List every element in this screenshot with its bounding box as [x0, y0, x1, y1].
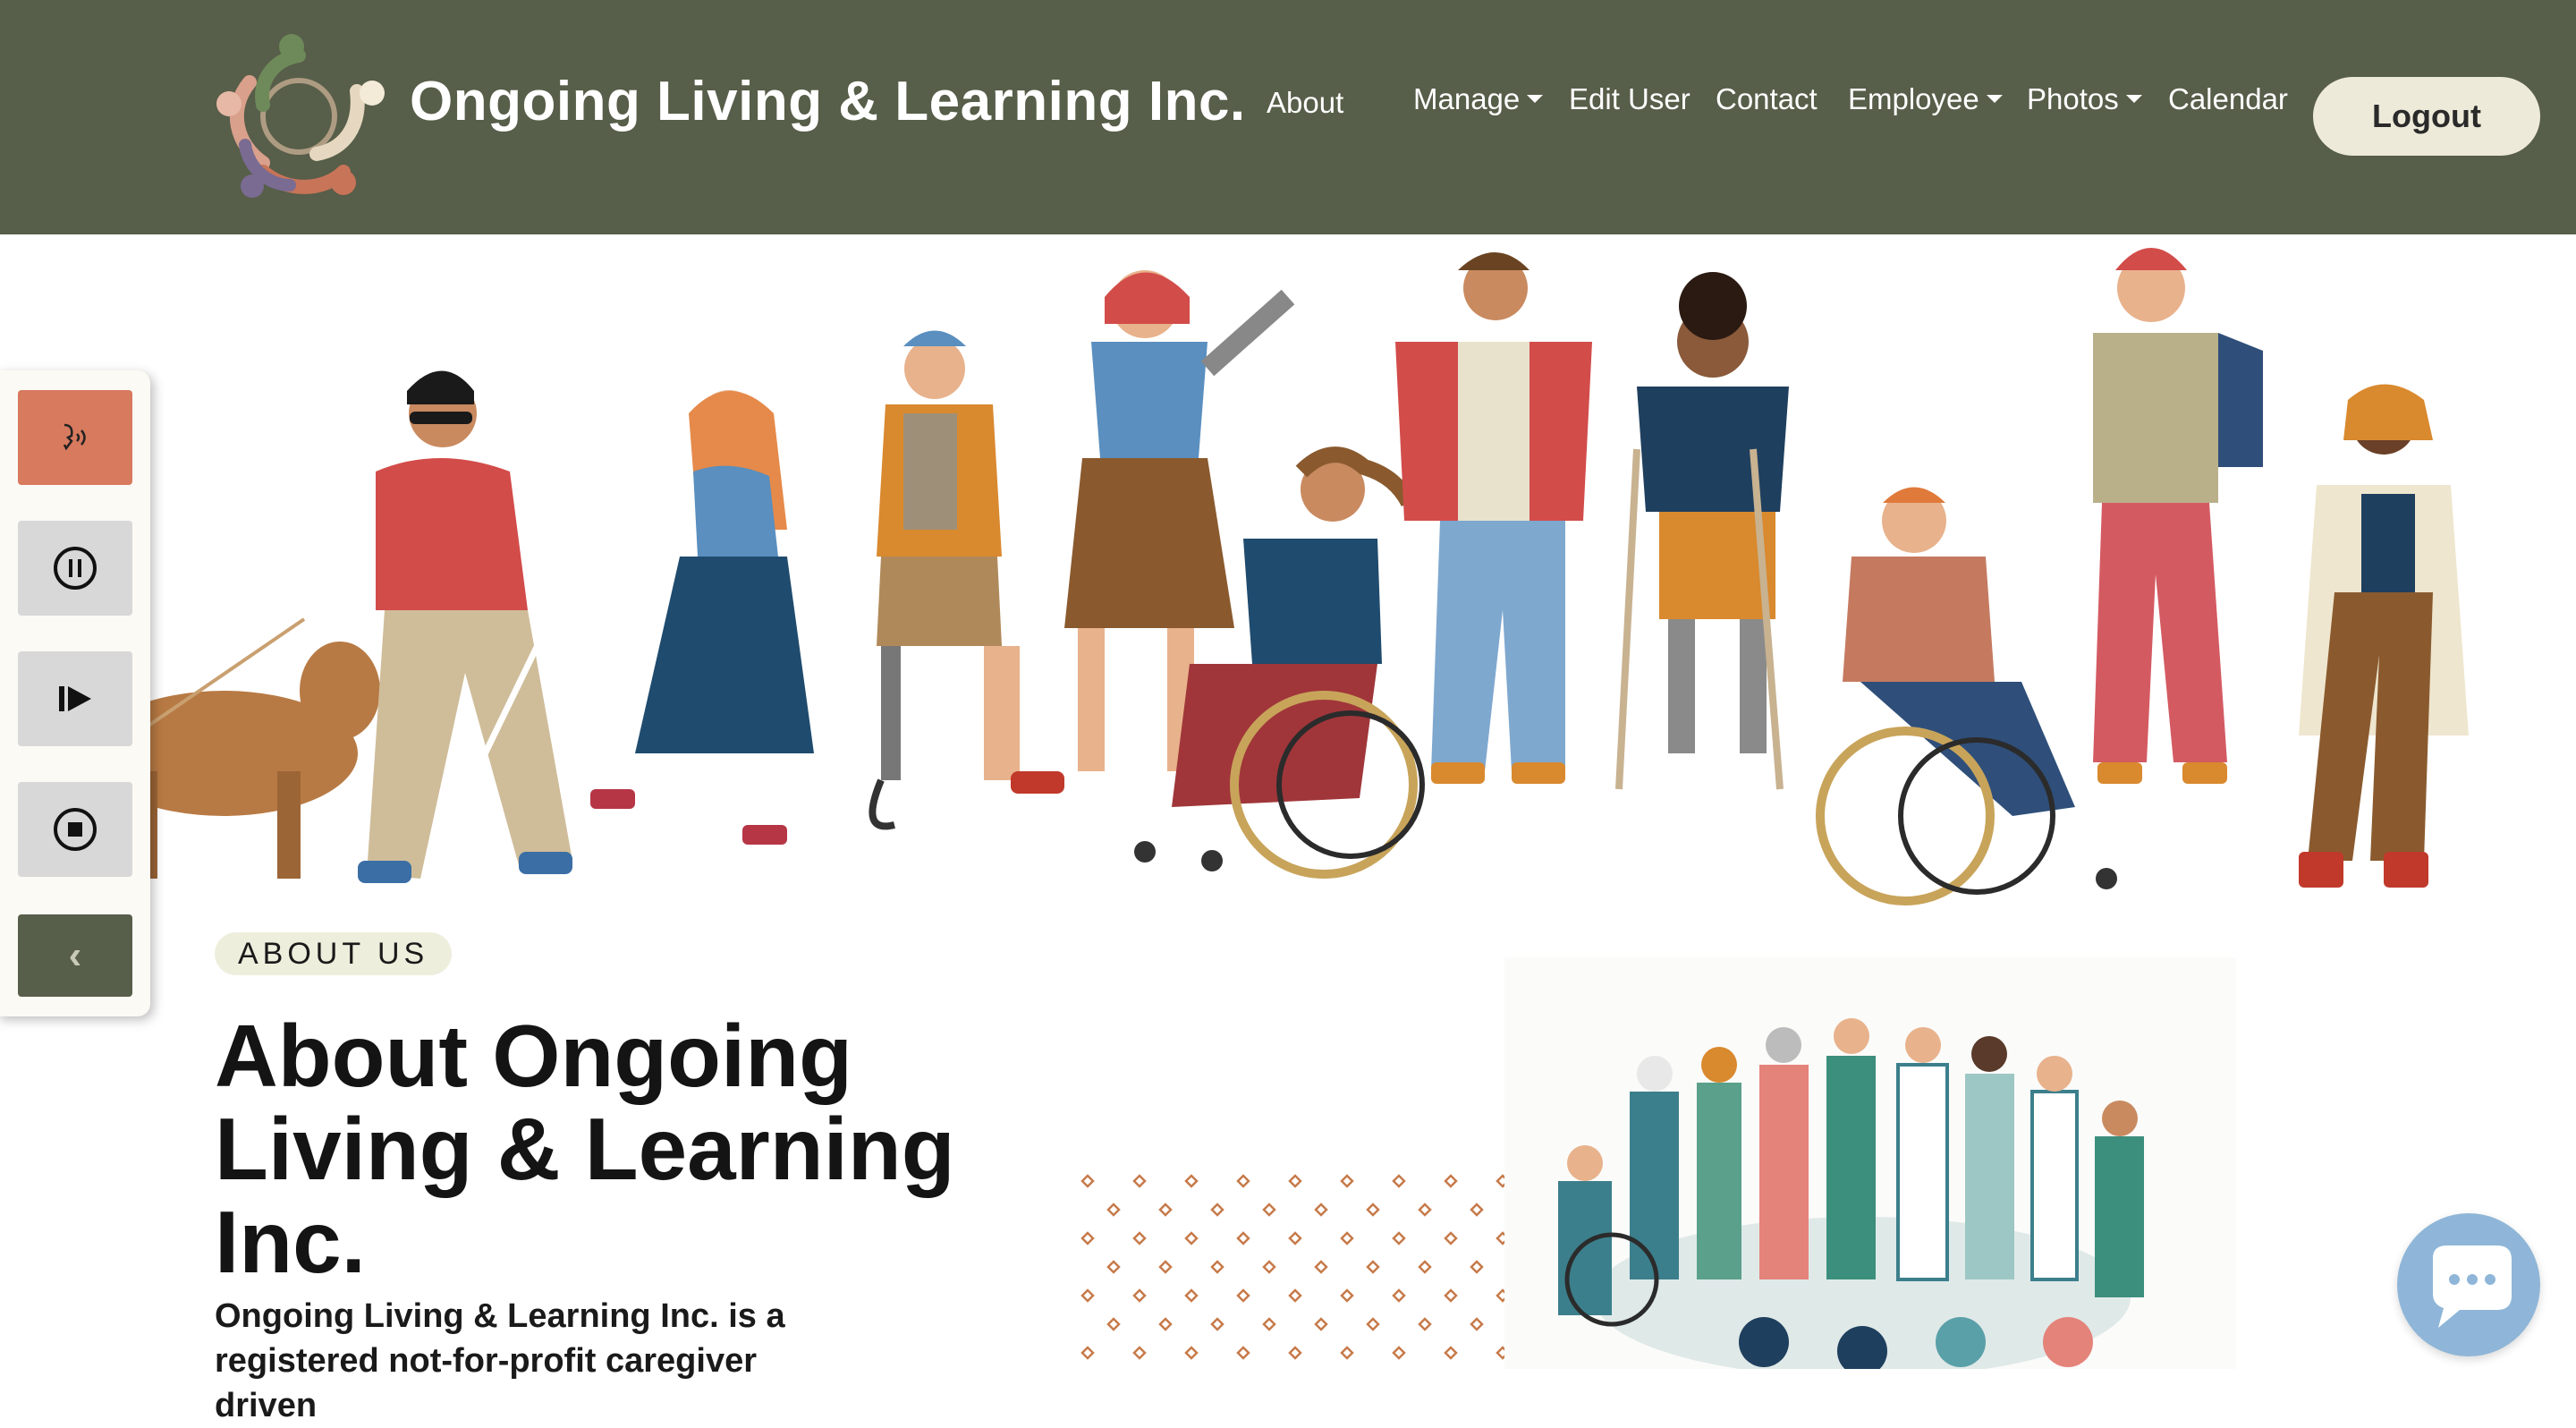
speak-button[interactable]	[18, 390, 132, 485]
chat-button[interactable]	[2397, 1213, 2540, 1356]
caret-down-icon	[1527, 94, 1544, 103]
resume-button[interactable]	[18, 651, 132, 746]
decorative-diamond-pattern	[1080, 1174, 1508, 1360]
speak-icon	[63, 423, 86, 451]
nav-edit-user[interactable]: Edit User	[1569, 82, 1690, 116]
caret-down-icon	[2125, 94, 2142, 103]
text-to-speech-panel: ‹	[0, 370, 150, 1016]
about-title: About Ongoing Living & Learning Inc.	[215, 1007, 955, 1291]
collapse-panel-button[interactable]: ‹	[18, 914, 132, 997]
nav-contact[interactable]: Contact	[1716, 82, 1818, 116]
chat-bubble-icon	[2433, 1245, 2512, 1328]
resume-icon	[59, 686, 91, 711]
brand-title[interactable]: Ongoing Living & Learning Inc.	[410, 70, 1246, 133]
caret-down-icon	[1986, 94, 2003, 103]
stop-icon	[54, 808, 97, 851]
nav-photos[interactable]: Photos	[2027, 82, 2142, 116]
group-circle-illustration	[1504, 957, 2236, 1369]
nav-manage[interactable]: Manage	[1413, 82, 1544, 116]
nav-calendar[interactable]: Calendar	[2168, 82, 2288, 116]
hero-illustration-diverse-people	[89, 248, 2469, 907]
nav-employee-label: Employee	[1848, 82, 1979, 115]
nav-photos-label: Photos	[2027, 82, 2119, 115]
about-description: Ongoing Living & Learning Inc. is a regi…	[215, 1297, 785, 1424]
nav-about[interactable]: About	[1267, 86, 1343, 120]
chevron-left-icon: ‹	[68, 933, 82, 977]
nav-employee[interactable]: Employee	[1848, 82, 2003, 116]
people-circle-logo-icon[interactable]	[209, 29, 388, 204]
pause-icon	[54, 547, 97, 590]
about-us-badge: ABOUT US	[215, 932, 453, 975]
logout-button[interactable]: Logout	[2313, 77, 2540, 156]
stop-button[interactable]	[18, 782, 132, 877]
top-navbar: Ongoing Living & Learning Inc. About Man…	[0, 0, 2576, 234]
nav-manage-label: Manage	[1413, 82, 1521, 115]
pause-button[interactable]	[18, 521, 132, 616]
